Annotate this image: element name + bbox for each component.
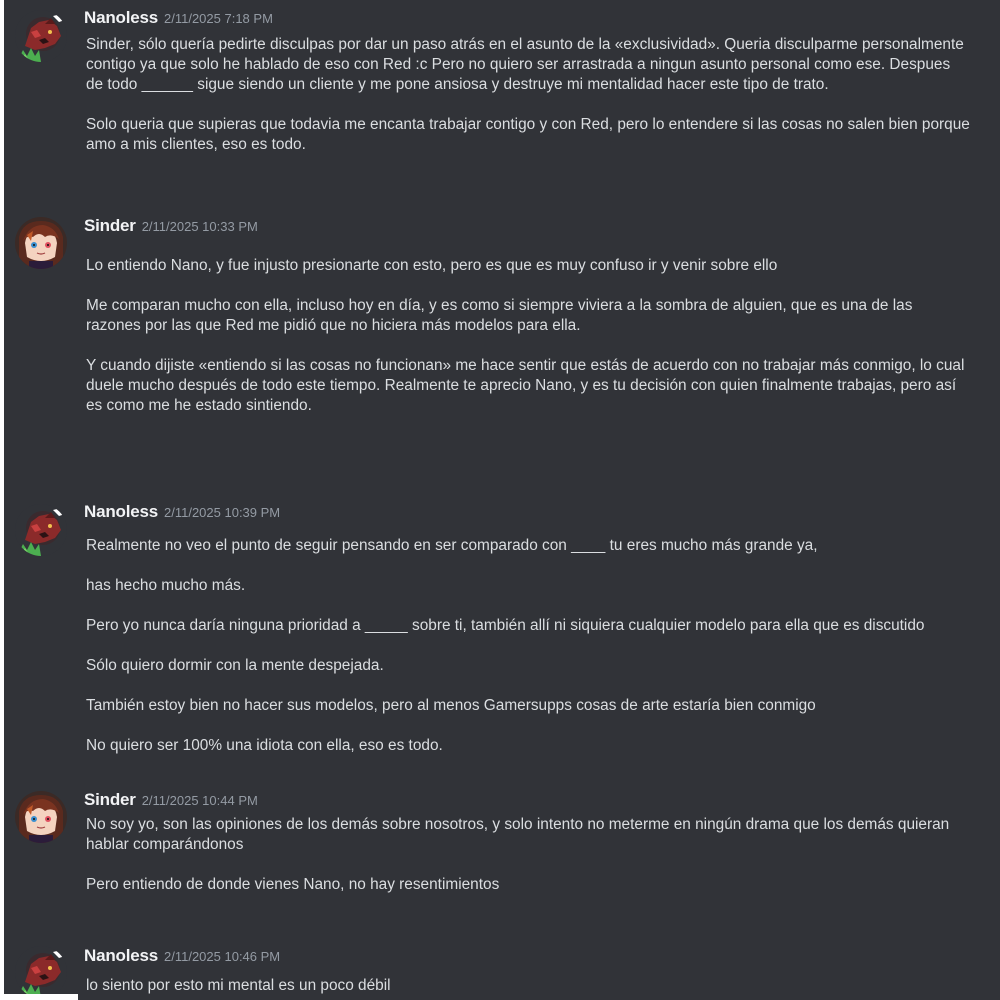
username[interactable]: Nanoless bbox=[84, 502, 158, 521]
message-text: No soy yo, son las opiniones de los demá… bbox=[86, 816, 950, 853]
message-text: Pero entiendo de donde vienes Nano, no h… bbox=[86, 876, 500, 893]
message-text: Sólo quiero dormir con la mente despejad… bbox=[86, 657, 384, 674]
bottom-edge-strip bbox=[0, 994, 78, 1000]
username[interactable]: Sinder bbox=[84, 216, 136, 235]
message-body: Lo entiendo Nano, y fue injusto presiona… bbox=[86, 256, 971, 416]
message-text: No quiero ser 100% una idiota con ella, … bbox=[86, 737, 443, 754]
message-body: No soy yo, son las opiniones de los demá… bbox=[86, 815, 971, 895]
dragon-avatar-icon[interactable] bbox=[15, 10, 67, 62]
message-body: Realmente no veo el punto de seguir pens… bbox=[86, 536, 971, 756]
message-text: Sinder, sólo quería pedirte disculpas po… bbox=[86, 36, 964, 93]
dragon-avatar-icon[interactable] bbox=[15, 504, 67, 556]
timestamp: 2/11/2025 10:44 PM bbox=[141, 793, 258, 808]
message-text: Me comparan mucho con ella, incluso hoy … bbox=[86, 297, 913, 334]
anime-girl-avatar-icon[interactable] bbox=[15, 791, 67, 843]
message-header: Sinder 2/11/2025 10:44 PM bbox=[84, 790, 258, 812]
timestamp: 2/11/2025 10:33 PM bbox=[141, 219, 258, 234]
chat-log: Nanoless 2/11/2025 7:18 PM Sinder, sólo q… bbox=[4, 0, 1000, 1000]
timestamp: 2/11/2025 10:39 PM bbox=[164, 505, 281, 520]
message-text: Y cuando dijiste «entiendo si las cosas … bbox=[86, 357, 965, 414]
message-header: Nanoless 2/11/2025 10:46 PM bbox=[84, 946, 280, 968]
message-header: Nanoless 2/11/2025 7:18 PM bbox=[84, 8, 273, 30]
message-text: Solo queria que supieras que todavia me … bbox=[86, 116, 970, 153]
message-header: Nanoless 2/11/2025 10:39 PM bbox=[84, 502, 280, 524]
message-text: Pero yo nunca daría ninguna prioridad a … bbox=[86, 617, 925, 634]
message-text: Realmente no veo el punto de seguir pens… bbox=[86, 537, 818, 554]
dragon-avatar-icon[interactable] bbox=[15, 946, 67, 998]
username[interactable]: Nanoless bbox=[84, 8, 158, 27]
message-text: has hecho mucho más. bbox=[86, 577, 246, 594]
message-body: lo siento por esto mi mental es un poco … bbox=[86, 976, 971, 996]
username[interactable]: Sinder bbox=[84, 790, 136, 809]
message-text: También estoy bien no hacer sus modelos,… bbox=[86, 697, 816, 714]
anime-girl-avatar-icon[interactable] bbox=[15, 217, 67, 269]
username[interactable]: Nanoless bbox=[84, 946, 158, 965]
timestamp: 2/11/2025 7:18 PM bbox=[164, 11, 273, 26]
message-body: Sinder, sólo quería pedirte disculpas po… bbox=[86, 35, 971, 155]
timestamp: 2/11/2025 10:46 PM bbox=[164, 949, 281, 964]
message-text: Lo entiendo Nano, y fue injusto presiona… bbox=[86, 257, 778, 274]
message-text: lo siento por esto mi mental es un poco … bbox=[86, 977, 391, 994]
message-header: Sinder 2/11/2025 10:33 PM bbox=[84, 216, 258, 238]
